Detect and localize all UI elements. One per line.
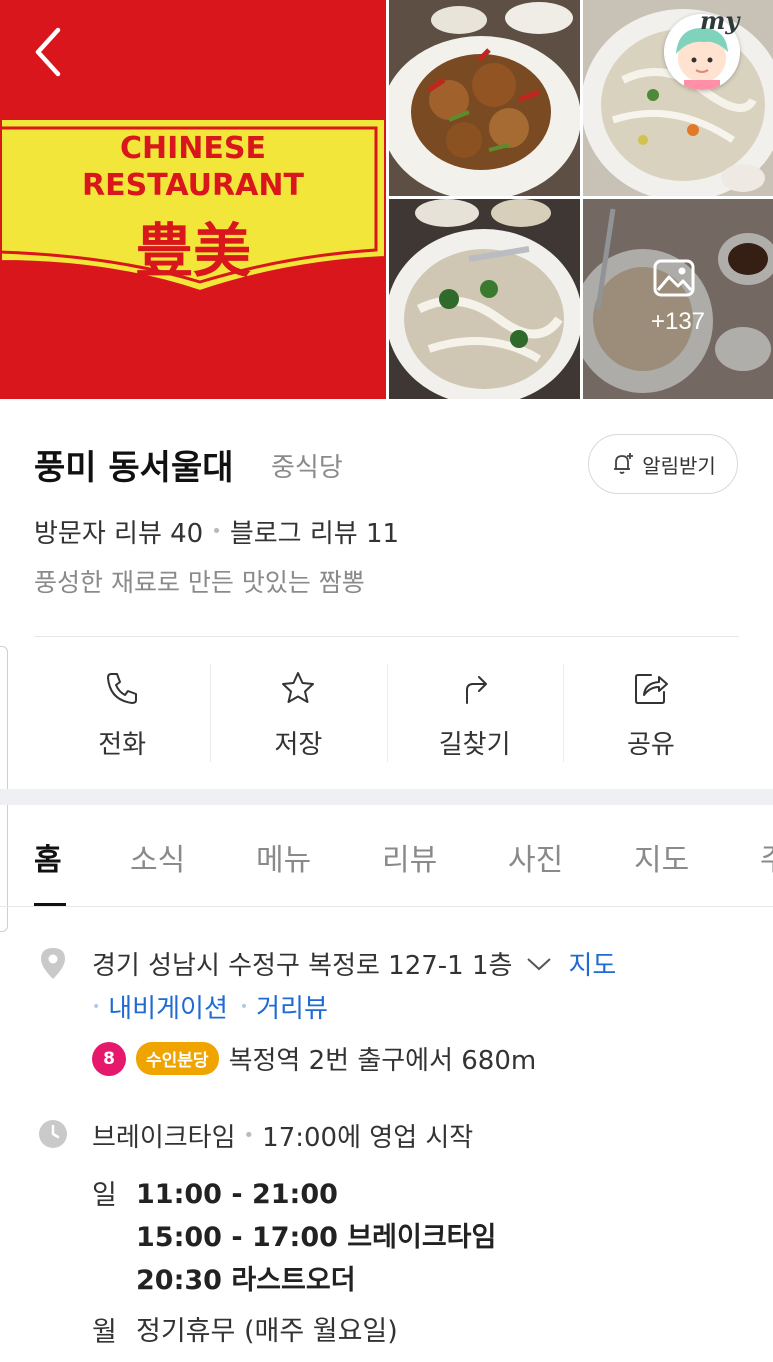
hours-line: 20:30 라스트오더 (136, 1265, 356, 1296)
share-label: 공유 (626, 730, 675, 760)
location-pin-icon (41, 948, 65, 979)
tab-more[interactable]: 주 (760, 835, 773, 879)
divider (34, 636, 739, 637)
active-tab-indicator (34, 903, 66, 906)
food-photo-1-graphic (389, 0, 580, 196)
directions-label: 길찾기 (438, 730, 511, 760)
tab-news[interactable]: 소식 (130, 835, 185, 879)
separator-dot: • (239, 998, 249, 1015)
status-detail: 17:00에 영업 시작 (262, 1123, 474, 1153)
day-label: 일 (92, 1180, 117, 1211)
hours-lines: 11:00 - 21:00 15:00 - 17:00 브레이크타임 20:30… (136, 1173, 496, 1302)
address-links: • 내비게이션 • 거리뷰 (92, 988, 328, 1025)
separator-dot: • (211, 521, 222, 542)
banner-line-3: 豊美 (134, 217, 251, 285)
place-category: 중식당 (271, 453, 343, 483)
subway-line-name: 수인분당 (136, 1042, 219, 1075)
business-status: 브레이크타임 • 17:00에 영업 시작 (92, 1117, 473, 1154)
food-photo-more[interactable] (583, 199, 773, 399)
hours-row-sunday: 일 11:00 - 21:00 15:00 - 17:00 브레이크타임 20:… (92, 1173, 496, 1302)
tab-map[interactable]: 지도 (634, 835, 689, 879)
food-photo-3-graphic (389, 199, 580, 399)
photo-count: +137 (650, 308, 706, 335)
chevron-down-icon[interactable] (526, 955, 552, 973)
share-icon (634, 674, 668, 704)
directions-icon (465, 676, 487, 704)
subway-info: 8 수인분당 복정역 2번 출구에서 680m (92, 1040, 536, 1077)
streetview-link[interactable]: 거리뷰 (256, 988, 328, 1025)
notify-button-label: 알림받기 (642, 453, 716, 478)
separator-dot: • (92, 998, 101, 1015)
banner-line-2: RESTAURANT (82, 168, 304, 203)
subway-distance: 복정역 2번 출구에서 680m (228, 1046, 537, 1076)
place-name: 풍미 동서울대 (34, 448, 234, 488)
save-button[interactable]: 저장 (210, 662, 386, 762)
place-tagline: 풍성한 재료로 만든 맛있는 짬뽕 (34, 568, 365, 597)
directions-button[interactable]: 길찾기 (386, 662, 563, 762)
hours-line: 15:00 - 17:00 브레이크타임 (136, 1222, 497, 1253)
call-label: 전화 (98, 730, 147, 760)
chevron-left-icon (35, 27, 61, 77)
food-photo-1[interactable] (389, 0, 580, 196)
banner-line-1: CHINESE (120, 131, 266, 166)
bell-plus-icon (614, 453, 634, 474)
notify-button[interactable]: 알림받기 (588, 434, 738, 494)
tab-home[interactable]: 홈 (34, 835, 62, 879)
image-gallery-icon (653, 259, 695, 297)
blog-reviews-link[interactable]: 블로그 리뷰 11 (230, 513, 399, 550)
separator-dot: • (243, 1125, 255, 1146)
food-photo-4-graphic (583, 199, 773, 399)
review-summary: 방문자 리뷰 40 • 블로그 리뷰 11 (34, 513, 399, 550)
my-label: my (700, 6, 740, 35)
tab-bar: 홈 소식 메뉴 리뷰 사진 지도 주 (0, 805, 773, 907)
hours-line: 11:00 - 21:00 (136, 1179, 338, 1210)
address-text: 경기 성남시 수정구 복정로 127-1 1층 (92, 951, 513, 981)
clock-icon (39, 1120, 67, 1148)
subway-line-badge: 8 (92, 1041, 126, 1076)
save-label: 저장 (274, 730, 323, 760)
section-gap (0, 789, 773, 805)
call-button[interactable]: 전화 (34, 662, 210, 762)
day-label: 월 (92, 1317, 117, 1348)
share-button[interactable]: 공유 (562, 662, 739, 762)
tab-photos[interactable]: 사진 (508, 835, 563, 879)
map-link[interactable]: 지도 (568, 945, 616, 982)
action-bar: 전화 저장 길찾기 공유 (34, 662, 739, 762)
phone-icon (107, 673, 138, 704)
food-photo-3[interactable] (389, 199, 580, 399)
visitor-reviews-link[interactable]: 방문자 리뷰 40 (34, 513, 203, 550)
address-row: 경기 성남시 수정구 복정로 127-1 1층 지도 (92, 945, 616, 982)
hours-row-monday: 월 정기휴무 (매주 월요일) (92, 1310, 398, 1353)
tab-menu[interactable]: 메뉴 (256, 835, 311, 879)
navigation-link[interactable]: 내비게이션 (108, 988, 228, 1025)
tab-reviews[interactable]: 리뷰 (382, 835, 437, 879)
star-icon (282, 672, 315, 703)
photo-gallery[interactable]: CHINESE RESTAURANT 豊美 +137 my (0, 0, 773, 399)
hours-line: 정기휴무 (매주 월요일) (136, 1316, 398, 1347)
back-button[interactable] (28, 24, 72, 80)
hours-lines: 정기휴무 (매주 월요일) (136, 1310, 398, 1353)
status-text: 브레이크타임 (92, 1123, 236, 1153)
